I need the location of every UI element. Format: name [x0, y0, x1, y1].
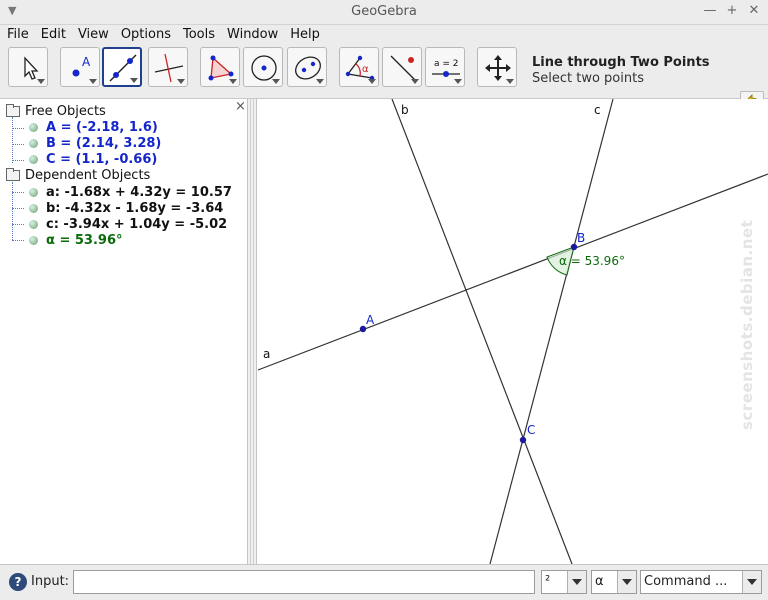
- menu-window[interactable]: Window: [220, 25, 283, 44]
- maximize-icon[interactable]: +: [724, 2, 740, 20]
- menu-options[interactable]: Options: [114, 25, 176, 44]
- visibility-dot-icon[interactable]: [29, 123, 38, 132]
- visibility-dot-icon[interactable]: [29, 155, 38, 164]
- graphics-view[interactable]: a b c A B C α = 53.96° screenshots.debia…: [257, 99, 768, 564]
- point-c[interactable]: [519, 436, 527, 444]
- move-tool-button[interactable]: [8, 47, 48, 87]
- toolbar: A α a = 2: [0, 44, 768, 137]
- command-combo[interactable]: Command ...: [640, 570, 762, 594]
- angle-tool-button[interactable]: α: [339, 47, 379, 87]
- line-c[interactable]: [489, 99, 614, 564]
- chevron-down-icon[interactable]: [567, 571, 586, 593]
- visibility-dot-icon[interactable]: [29, 139, 38, 148]
- line-b-label: b: [401, 103, 409, 117]
- dependent-objects-header[interactable]: Dependent Objects: [6, 168, 150, 183]
- view-splitter[interactable]: [247, 99, 257, 564]
- chevron-down-icon[interactable]: [617, 571, 636, 593]
- window-title: GeoGebra: [351, 4, 417, 19]
- visibility-dot-icon[interactable]: [29, 188, 38, 197]
- list-item[interactable]: C = (1.1, -0.66): [29, 152, 157, 167]
- circle-tool-button[interactable]: [243, 47, 283, 87]
- menu-file[interactable]: File: [0, 25, 34, 44]
- visibility-dot-icon[interactable]: [29, 204, 38, 213]
- input-bar: ? Input: ² α Command ...: [0, 564, 768, 600]
- menu-tools[interactable]: Tools: [176, 25, 220, 44]
- close-window-icon[interactable]: ✕: [746, 2, 762, 20]
- svg-text:α: α: [362, 64, 369, 75]
- list-item[interactable]: a: -1.68x + 4.32y = 10.57: [29, 185, 232, 200]
- menu-edit[interactable]: Edit: [34, 25, 71, 44]
- svg-text:a = 2: a = 2: [434, 59, 459, 69]
- watermark: screenshots.debian.net: [738, 219, 756, 430]
- point-a-label: A: [366, 313, 375, 327]
- slider-tool-button[interactable]: a = 2: [425, 47, 465, 87]
- list-item[interactable]: b: -4.32x - 1.68y = -3.64: [29, 201, 223, 216]
- list-item[interactable]: A = (-2.18, 1.6): [29, 120, 158, 135]
- menu-help[interactable]: Help: [283, 25, 325, 44]
- input-label: Input:: [31, 574, 70, 589]
- visibility-dot-icon[interactable]: [29, 220, 38, 229]
- point-b-label: B: [577, 231, 585, 245]
- title-bar: ▼ GeoGebra — + ✕: [0, 0, 768, 25]
- angle-alpha-label: α = 53.96°: [559, 254, 625, 268]
- symbol-combo[interactable]: α: [591, 570, 637, 594]
- chevron-down-icon[interactable]: [742, 571, 761, 593]
- construction-canvas[interactable]: a b c A B C α = 53.96°: [257, 99, 768, 564]
- line-b[interactable]: [391, 99, 573, 564]
- line-c-label: c: [594, 103, 601, 117]
- input-field[interactable]: [73, 570, 535, 594]
- list-item[interactable]: c: -3.94x + 1.04y = -5.02: [29, 217, 227, 232]
- list-item[interactable]: B = (2.14, 3.28): [29, 136, 161, 151]
- algebra-view: × Free Objects A = (-2.18, 1.6) B = (2.1…: [0, 99, 247, 564]
- active-tool-help: Select two points: [532, 71, 644, 86]
- point-c-label: C: [527, 423, 535, 437]
- move-graphics-tool-button[interactable]: [477, 47, 517, 87]
- visibility-dot-icon[interactable]: [29, 236, 38, 245]
- input-help-icon[interactable]: ?: [9, 573, 27, 591]
- line-tool-icon: [109, 54, 137, 82]
- menu-bar: File Edit View Options Tools Window Help: [0, 25, 768, 44]
- menu-view[interactable]: View: [71, 25, 114, 44]
- perpendicular-tool-button[interactable]: [148, 47, 188, 87]
- svg-text:A: A: [82, 55, 91, 69]
- minimize-icon[interactable]: —: [702, 2, 718, 20]
- list-item[interactable]: α = 53.96°: [29, 233, 123, 248]
- free-objects-header[interactable]: Free Objects: [6, 104, 106, 119]
- point-tool-button[interactable]: A: [60, 47, 100, 87]
- polygon-tool-button[interactable]: [200, 47, 240, 87]
- reflect-tool-button[interactable]: [382, 47, 422, 87]
- active-tool-name: Line through Two Points: [532, 55, 710, 70]
- line-a-label: a: [263, 347, 270, 361]
- close-algebra-icon[interactable]: ×: [235, 99, 246, 114]
- line-a[interactable]: [257, 173, 768, 371]
- ellipse-tool-button[interactable]: [287, 47, 327, 87]
- folder-icon: [6, 168, 20, 181]
- line-tool-button[interactable]: [102, 47, 142, 87]
- folder-icon: [6, 104, 20, 117]
- superscript-combo[interactable]: ²: [541, 570, 587, 594]
